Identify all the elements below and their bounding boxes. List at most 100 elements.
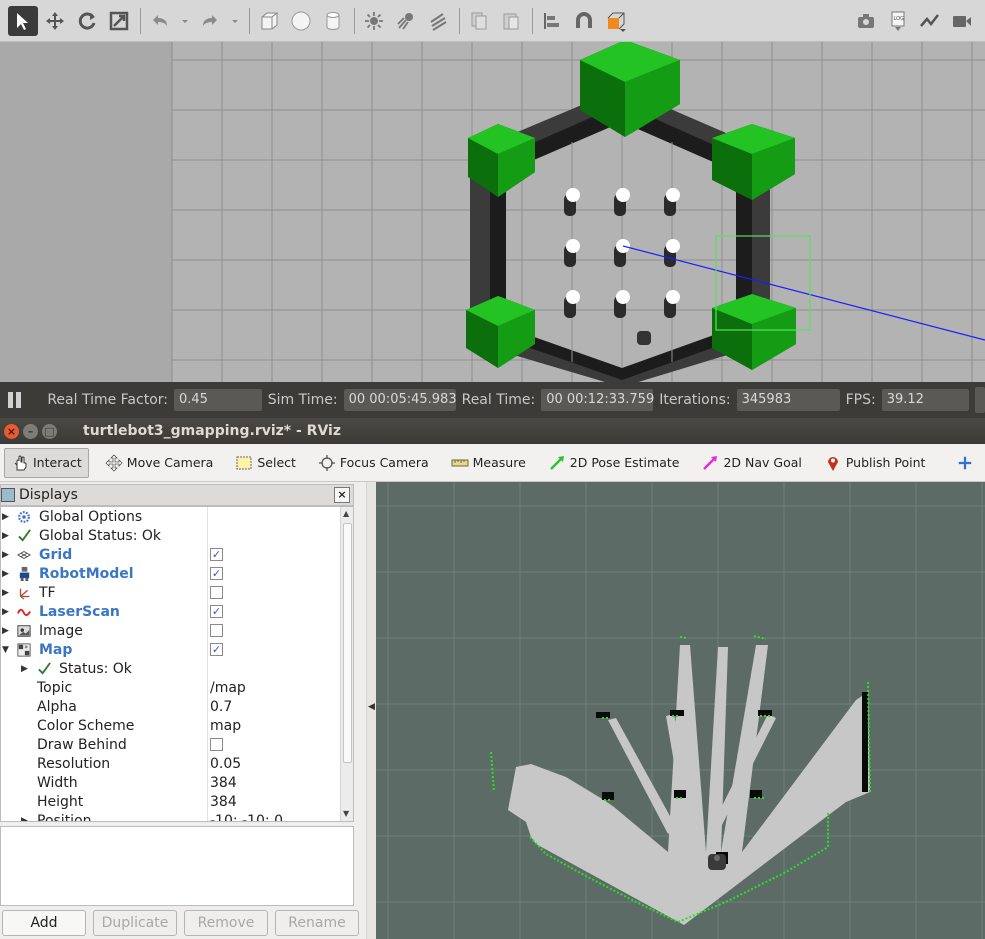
- property-value[interactable]: 0.7: [210, 699, 232, 715]
- rename-button[interactable]: Rename: [275, 910, 359, 936]
- expand-arrow-icon[interactable]: ▶: [2, 550, 12, 560]
- check-icon: [16, 528, 32, 544]
- close-icon[interactable]: ×: [334, 487, 350, 503]
- duplicate-button[interactable]: Duplicate: [93, 910, 177, 936]
- property-label: Alpha: [37, 698, 77, 715]
- log-icon[interactable]: LOG: [883, 6, 913, 36]
- expand-arrow-icon[interactable]: ▶: [2, 607, 12, 617]
- nav-goal-tool[interactable]: 2D Nav Goal: [695, 448, 807, 478]
- rviz-3d-view[interactable]: [376, 482, 985, 939]
- pause-icon[interactable]: [8, 392, 22, 408]
- measure-tool-label: Measure: [472, 455, 526, 470]
- toolbar-separator: [354, 7, 355, 34]
- tree-row-robotmodel[interactable]: ▶ RobotModel ✓: [1, 564, 339, 583]
- collapse-arrow-icon[interactable]: ▼: [2, 645, 12, 655]
- tree-row-label: Map: [39, 641, 73, 658]
- tree-row-height[interactable]: Height 384: [1, 792, 339, 811]
- translate-icon[interactable]: [40, 6, 70, 36]
- enabled-checkbox[interactable]: ✓: [210, 548, 223, 561]
- focus-camera-tool[interactable]: Focus Camera: [312, 448, 435, 478]
- expand-arrow-icon[interactable]: ▶: [21, 664, 31, 674]
- tree-row-color-scheme[interactable]: Color Scheme map: [1, 716, 339, 735]
- point-light-icon[interactable]: [359, 6, 389, 36]
- select-tool[interactable]: Select: [229, 448, 302, 478]
- tree-scrollbar[interactable]: ▲ ▼: [340, 507, 353, 821]
- gazebo-toolbar: LOG: [0, 0, 985, 42]
- enabled-checkbox[interactable]: ✓: [210, 567, 223, 580]
- cylinder-icon[interactable]: [318, 6, 348, 36]
- video-icon[interactable]: [947, 6, 977, 36]
- snap-icon[interactable]: [569, 6, 599, 36]
- grid-icon: [16, 547, 32, 563]
- tree-row-position[interactable]: ▶ Position -10; -10; 0: [1, 811, 339, 822]
- draw-behind-checkbox[interactable]: [210, 738, 223, 751]
- expand-arrow-icon[interactable]: ▶: [2, 512, 12, 522]
- tree-row-topic[interactable]: Topic /map: [1, 678, 339, 697]
- box-icon[interactable]: [254, 6, 284, 36]
- paste-icon[interactable]: [496, 6, 526, 36]
- spot-light-icon[interactable]: [391, 6, 421, 36]
- tree-row-grid[interactable]: ▶ Grid ✓: [1, 545, 339, 564]
- scroll-down-icon[interactable]: ▼: [343, 809, 353, 819]
- undo-dropdown-icon[interactable]: [177, 6, 193, 36]
- scale-icon[interactable]: [104, 6, 134, 36]
- copy-icon[interactable]: [464, 6, 494, 36]
- undo-icon[interactable]: [145, 6, 175, 36]
- redo-icon[interactable]: [195, 6, 225, 36]
- redo-dropdown-icon[interactable]: [227, 6, 243, 36]
- expand-arrow-icon[interactable]: ▶: [2, 569, 12, 579]
- screenshot-icon[interactable]: [851, 6, 881, 36]
- rotate-icon[interactable]: [72, 6, 102, 36]
- green-arrow-icon: [548, 454, 566, 472]
- move-camera-tool[interactable]: Move Camera: [99, 448, 220, 478]
- expand-arrow-icon[interactable]: ▶: [2, 531, 12, 541]
- tree-row-label: LaserScan: [39, 603, 120, 620]
- tree-row-width[interactable]: Width 384: [1, 773, 339, 792]
- property-value[interactable]: map: [210, 718, 241, 734]
- add-tool-icon[interactable]: [957, 451, 973, 475]
- expand-arrow-icon[interactable]: ▶: [2, 626, 12, 636]
- scrollbar-thumb[interactable]: [343, 523, 352, 763]
- property-value[interactable]: -10; -10; 0: [210, 813, 283, 822]
- add-button[interactable]: Add: [2, 910, 86, 936]
- real-time-value: 00 00:12:33.759: [541, 389, 654, 411]
- window-maximize-button[interactable]: □: [42, 423, 57, 439]
- scroll-up-icon[interactable]: ▲: [343, 509, 353, 519]
- gazebo-3d-view[interactable]: [0, 42, 985, 382]
- tree-row-label: Image: [39, 622, 83, 639]
- tree-row-tf[interactable]: ▶ TF: [1, 583, 339, 602]
- tree-row-resolution[interactable]: Resolution 0.05: [1, 754, 339, 773]
- enabled-checkbox[interactable]: [210, 624, 223, 637]
- enabled-checkbox[interactable]: ✓: [210, 643, 223, 656]
- window-close-button[interactable]: ×: [4, 423, 19, 439]
- remove-button[interactable]: Remove: [184, 910, 268, 936]
- interact-tool[interactable]: Interact: [4, 447, 89, 478]
- directional-light-icon[interactable]: [423, 6, 453, 36]
- tree-row-draw-behind[interactable]: Draw Behind: [1, 735, 339, 754]
- tree-row-map-status[interactable]: ▶ Status: Ok: [1, 659, 339, 678]
- plot-icon[interactable]: [915, 6, 945, 36]
- view-angle-icon[interactable]: [601, 6, 631, 36]
- enabled-checkbox[interactable]: [210, 586, 223, 599]
- expand-arrow-icon[interactable]: ▶: [2, 588, 12, 598]
- align-icon[interactable]: [537, 6, 567, 36]
- publish-point-tool[interactable]: Publish Point: [818, 448, 932, 478]
- sphere-icon[interactable]: [286, 6, 316, 36]
- panel-splitter[interactable]: ◀: [366, 482, 376, 939]
- select-arrow-icon[interactable]: [8, 5, 38, 36]
- measure-tool[interactable]: Measure: [445, 448, 532, 478]
- tree-row-global-status[interactable]: ▶ Global Status: Ok: [1, 526, 339, 545]
- pose-estimate-tool[interactable]: 2D Pose Estimate: [542, 448, 686, 478]
- tree-row-alpha[interactable]: Alpha 0.7: [1, 697, 339, 716]
- expand-arrow-icon[interactable]: ▶: [21, 816, 31, 821]
- tree-row-label: Status: Ok: [59, 660, 132, 677]
- tree-row-image[interactable]: ▶ Image: [1, 621, 339, 640]
- tree-row-laserscan[interactable]: ▶ LaserScan ✓: [1, 602, 339, 621]
- collapse-left-icon[interactable]: ◀: [368, 702, 375, 712]
- tree-row-global-options[interactable]: ▶ Global Options: [1, 507, 339, 526]
- window-minimize-button[interactable]: –: [23, 423, 38, 439]
- property-label: Width: [37, 774, 78, 791]
- enabled-checkbox[interactable]: ✓: [210, 605, 223, 618]
- tree-row-map[interactable]: ▼ Map ✓: [1, 640, 339, 659]
- property-value[interactable]: /map: [210, 680, 246, 696]
